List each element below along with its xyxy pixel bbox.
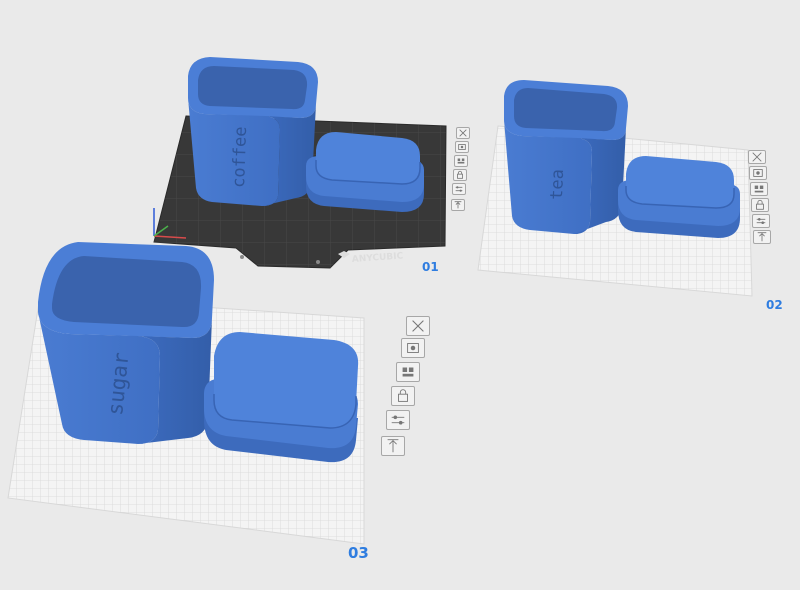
plate-number-02[interactable]: 02 — [766, 298, 783, 312]
canister-coffee[interactable]: coffee — [188, 57, 318, 206]
settings-icon — [455, 186, 463, 192]
close-icon — [412, 320, 424, 332]
auto-orient-icon — [753, 169, 763, 177]
plate-01-remove-button[interactable] — [456, 127, 470, 139]
plate-01-settings-button[interactable] — [452, 183, 466, 195]
canister-label-tea: tea — [547, 169, 568, 200]
lock-icon — [398, 389, 408, 402]
plate-03-move-up-button[interactable] — [381, 436, 405, 456]
plate-03-orient-button[interactable] — [401, 338, 425, 358]
plate-01-arrange-button[interactable] — [454, 155, 468, 167]
lid-sugar[interactable] — [204, 332, 359, 463]
arrange-icon — [754, 185, 764, 193]
plate-01-move-up-button[interactable] — [451, 199, 465, 211]
plate-02-settings-button[interactable] — [752, 214, 770, 228]
plate-02-lock-button[interactable] — [751, 198, 769, 212]
3d-viewport[interactable]: ANYCUBIC coffee tea sugar — [0, 0, 800, 585]
canister-tea[interactable]: tea — [504, 80, 628, 234]
lock-icon — [457, 170, 463, 179]
arrange-icon — [457, 158, 465, 164]
move-up-icon — [387, 439, 399, 453]
move-up-icon — [454, 201, 462, 209]
lid-tea[interactable] — [618, 156, 740, 238]
lid-coffee[interactable] — [306, 132, 424, 212]
auto-orient-icon — [458, 144, 466, 150]
arrange-icon — [402, 367, 414, 377]
plate-03-toolbar — [372, 316, 430, 462]
plate-03-lock-button[interactable] — [391, 386, 415, 406]
anycubic-logo: ANYCUBIC — [338, 251, 404, 265]
move-up-icon — [757, 232, 767, 242]
plate-01-lock-button[interactable] — [453, 169, 467, 181]
plate-02-move-up-button[interactable] — [753, 230, 771, 244]
close-icon — [752, 152, 762, 162]
plate-01-orient-button[interactable] — [455, 141, 469, 153]
close-icon — [459, 129, 467, 137]
settings-icon — [391, 415, 405, 425]
canister-sugar[interactable]: sugar — [38, 242, 214, 444]
plate-03-arrange-button[interactable] — [396, 362, 420, 382]
plate-number-01[interactable]: 01 — [422, 260, 439, 274]
plate-02-arrange-button[interactable] — [750, 182, 768, 196]
bed-brand: ANYCUBIC — [352, 251, 404, 265]
auto-orient-icon — [407, 343, 419, 353]
plate-02-remove-button[interactable] — [748, 150, 766, 164]
plate-03-remove-button[interactable] — [406, 316, 430, 336]
plate-03-settings-button[interactable] — [386, 410, 410, 430]
plate-number-03[interactable]: 03 — [348, 544, 369, 562]
canister-label-coffee: coffee — [229, 126, 251, 188]
settings-icon — [756, 218, 766, 224]
plate-02-toolbar — [748, 150, 778, 250]
plate-02-orient-button[interactable] — [749, 166, 767, 180]
plate-01-toolbar — [450, 127, 472, 247]
lock-icon — [756, 199, 764, 210]
